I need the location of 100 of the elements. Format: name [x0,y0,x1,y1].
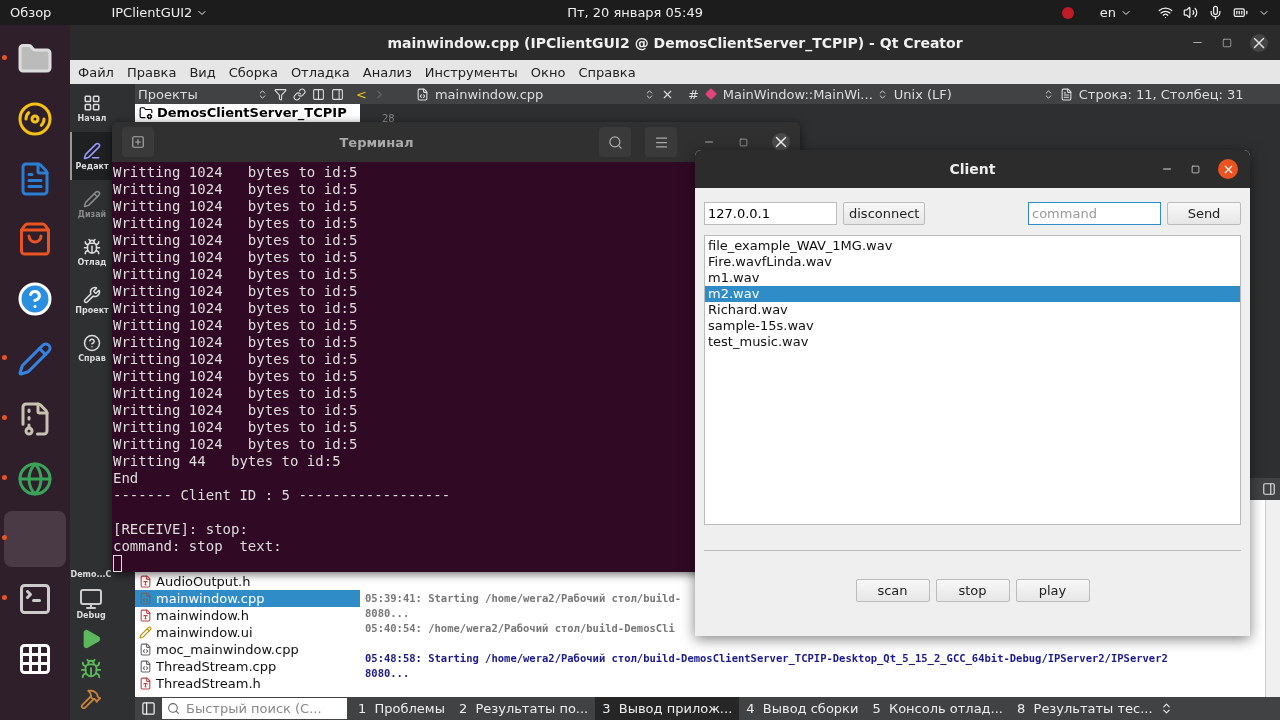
menu-item[interactable]: Инструменты [424,64,518,80]
output-pane-tab[interactable]: 8 Результаты тес... [1010,697,1160,720]
wifi-icon[interactable] [1158,5,1173,20]
menu-item[interactable]: Сборка [228,64,278,80]
menu-item[interactable]: Окно [530,64,566,80]
list-item[interactable]: Fire.wavfLinda.wav [705,254,1240,270]
search-button[interactable] [599,127,631,157]
volume-icon[interactable] [1183,5,1198,20]
hammer-icon[interactable] [80,688,102,710]
maximize-icon[interactable] [1222,37,1232,48]
bag-icon[interactable] [17,221,53,257]
app-grid-icon[interactable] [17,641,53,677]
file-item[interactable]: ThreadStream.h [135,675,360,692]
back-button[interactable]: < [356,86,367,102]
output-line: 8080... [365,666,410,681]
menu-item[interactable]: Файл [78,64,114,80]
clock[interactable]: Пт, 20 января 05:49 [567,5,704,20]
kit-label: Demo...C [70,570,112,579]
send-button[interactable]: Send [1167,202,1241,225]
action-button[interactable]: scan [855,579,930,602]
maximize-icon[interactable] [739,137,748,147]
list-item[interactable]: Richard.wav [705,302,1240,318]
menu-item[interactable]: Отладка [290,64,350,80]
monitor-icon[interactable] [79,587,103,611]
disconnect-button[interactable]: disconnect [843,202,926,225]
command-field[interactable]: command [1028,202,1161,225]
battery-icon[interactable] [1233,5,1248,20]
file-item[interactable]: mainwindow.h [135,607,360,624]
activities-button[interactable]: Обзор [10,5,52,20]
menu-item[interactable]: Правка [126,64,177,80]
terminal-line: command: stop text: [113,538,282,555]
terminal-icon[interactable] [17,581,53,617]
mode-tab[interactable]: Справ [70,324,112,372]
globe-icon[interactable] [17,461,53,497]
list-item[interactable]: m1.wav [705,270,1240,286]
help-icon[interactable] [17,281,53,317]
menu-item[interactable]: Справка [578,64,636,80]
debug-run-icon[interactable] [80,658,102,680]
terminal-line: ------- Client ID : 5 ------------------ [113,487,451,504]
panel-icon[interactable] [331,87,344,101]
file-item[interactable]: mainwindow.cpp [135,590,360,607]
mode-tab[interactable]: Отлад [70,228,112,276]
action-button[interactable]: play [1015,579,1090,602]
mode-tab[interactable]: Редакт [70,132,112,180]
output-line: 05:48:58: Starting /home/wera2/Рабочий стол/build-DemosClientServer_TCPIP-Desktop_Qt_5_15_2_GCC_64bit-Debug/IPServer2/IPServer2 [365,651,1168,666]
file-item[interactable]: mainwindow.ui [135,624,360,641]
action-button[interactable]: stop [935,579,1010,602]
quick-search-field[interactable]: Быстрый поиск (С... [162,698,347,719]
panel-icon[interactable] [1262,482,1276,496]
terminal-line: Writting 1024 bytes to id:5 [113,300,358,317]
source-file-icon [139,592,152,605]
file-item[interactable]: ThreadStream.cpp [135,658,360,675]
address-field[interactable]: 127.0.0.1 [704,202,837,225]
menu-item[interactable]: Вид [189,64,216,80]
file-icon [415,87,429,101]
record-icon[interactable] [1061,6,1074,19]
pencil-icon[interactable] [17,341,53,377]
output-line: 05:39:41: Starting /home/wera2/Рабочий стол/build- [365,591,682,606]
terminal-title: Терминал [338,134,415,150]
filter-icon[interactable] [274,87,287,101]
updown-icon [257,88,268,100]
list-item[interactable]: sample-15s.wav [705,318,1240,334]
scrollbar[interactable] [1265,500,1280,697]
file-item[interactable]: moc_mainwindow.cpp [135,641,360,658]
view-combo[interactable]: Проекты [138,86,268,102]
list-item[interactable]: m2.wav [705,286,1240,302]
menu-button[interactable] [645,127,677,157]
output-pane-tab[interactable]: 3 Вывод прилож... [595,697,740,720]
new-tab-button[interactable] [122,127,154,157]
terminal-line: Writting 1024 bytes to id:5 [113,351,358,368]
menu-item[interactable]: Анализ [362,64,412,80]
file-item[interactable]: AudioOutput.h [135,573,360,590]
output-pane-tab[interactable]: 2 Результаты по... [451,697,596,720]
terminal-line: Writting 1024 bytes to id:5 [113,317,358,334]
list-item[interactable]: file_example_WAV_1MG.wav [705,238,1240,254]
app-menu[interactable]: IPClientGUI2 [111,5,209,20]
terminal-line: Writting 1024 bytes to id:5 [113,215,358,232]
microphone-icon[interactable] [1208,5,1223,20]
split-icon[interactable] [312,87,325,101]
line-ending-combo[interactable]: Unix (LF) [893,86,1054,102]
language-menu[interactable]: en [1099,5,1132,20]
output-line: 8080... [365,606,410,621]
kit-config: Debug [76,611,106,620]
file-combo[interactable]: mainwindow.cpp [434,86,655,102]
close-icon[interactable] [772,133,790,151]
terminal-line: Writting 1024 bytes to id:5 [113,283,358,300]
output-pane-tab[interactable]: 5 Консоль отлад... [865,697,1010,720]
mode-tab[interactable]: Проект [70,276,112,324]
window-title: mainwindow.cpp (IPClientGUI2 @ DemosClientServer_TCPIP) - Qt Creator [387,34,963,51]
sidebar-toggle-icon[interactable] [141,701,156,716]
output-pane-tab[interactable]: 4 Вывод сборки [739,697,866,720]
project-root[interactable]: DemosClientServer_TCPIP [157,105,347,120]
link-icon[interactable] [293,87,306,101]
list-item[interactable]: test_music.wav [705,334,1240,350]
mode-tab[interactable]: Начал [70,84,112,132]
project-icon [139,105,153,120]
close-icon[interactable] [1250,33,1268,52]
symbol-combo[interactable]: MainWindow::MainWi... [722,86,888,102]
close-button[interactable] [1218,159,1238,179]
output-pane-tab[interactable]: 1 Проблемы [351,697,452,720]
